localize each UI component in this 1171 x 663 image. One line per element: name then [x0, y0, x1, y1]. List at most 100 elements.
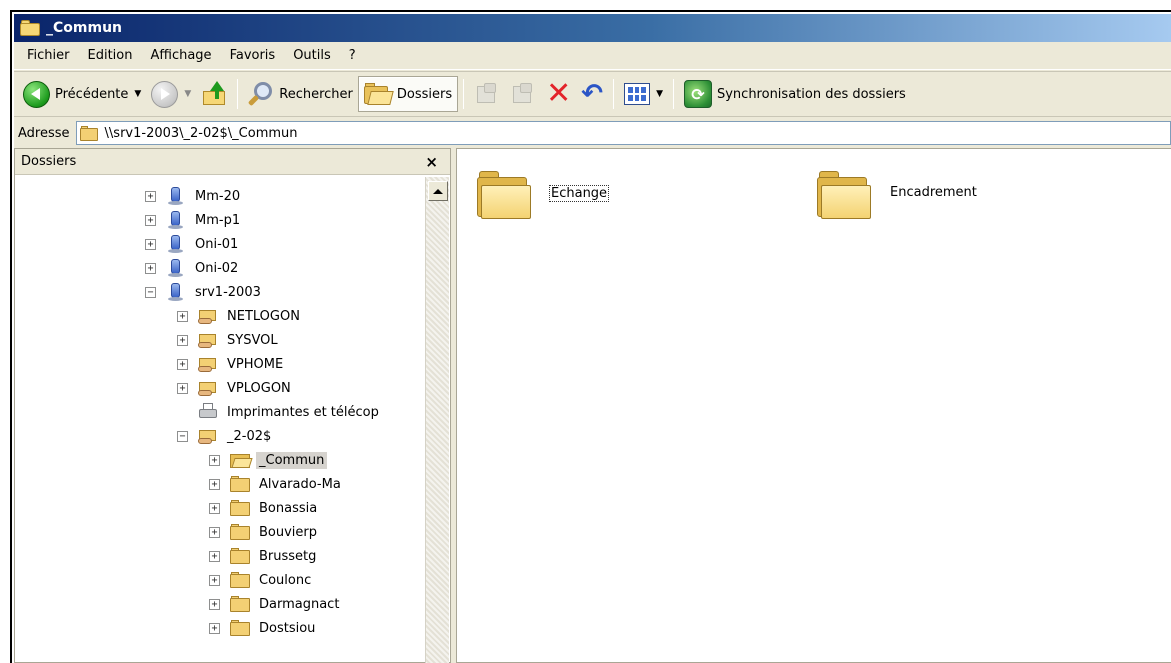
expand-icon[interactable]: + — [209, 550, 220, 562]
tree-item-commun[interactable]: + _Commun — [209, 448, 328, 472]
tree-item-label[interactable]: srv1-2003 — [192, 284, 264, 301]
tree-item-label[interactable]: Mm-p1 — [192, 212, 243, 229]
folder-item-label[interactable]: Encadrement — [889, 185, 978, 200]
tree-item-label[interactable]: Darmagnact — [256, 596, 342, 613]
shared-folder-icon — [198, 331, 218, 349]
tree-item-vplogon[interactable]: + VPLOGON — [177, 376, 294, 400]
tree-item-brussetg[interactable]: + Brussetg — [209, 544, 319, 568]
expand-icon[interactable]: + — [209, 598, 220, 610]
expand-icon[interactable]: + — [177, 382, 188, 394]
expand-icon[interactable]: + — [209, 502, 220, 514]
address-input[interactable]: \\srv1-2003\_2-02$\_Commun — [75, 121, 1171, 145]
tree-item-label[interactable]: Brussetg — [256, 548, 319, 565]
delete-button[interactable]: ✕ — [541, 76, 576, 112]
computer-icon — [166, 211, 186, 229]
expand-icon[interactable]: + — [177, 310, 188, 322]
tree-item-label[interactable]: Bonassia — [256, 500, 320, 517]
tree-item-dostsiou[interactable]: + Dostsiou — [209, 616, 318, 640]
tree-item-label[interactable]: Bouvierp — [256, 524, 320, 541]
tree-item-label[interactable]: SYSVOL — [224, 332, 281, 349]
folders-button[interactable]: Dossiers — [357, 76, 459, 112]
menu-outils[interactable]: Outils — [284, 45, 340, 66]
expand-icon[interactable]: + — [209, 454, 220, 466]
tree-item-darmagnact[interactable]: + Darmagnact — [209, 592, 342, 616]
expand-icon[interactable]: + — [177, 358, 188, 370]
expand-icon[interactable]: + — [209, 526, 220, 538]
chevron-down-icon[interactable]: ▼ — [656, 89, 663, 99]
tree-item-label[interactable]: Alvarado-Ma — [256, 476, 344, 493]
expand-icon[interactable]: + — [177, 334, 188, 346]
window-title: _Commun — [46, 20, 123, 36]
computer-icon — [166, 283, 186, 301]
tree-item-label[interactable]: VPHOME — [224, 356, 286, 373]
folder-item-encadrement[interactable]: Encadrement — [815, 171, 978, 219]
tree-item-label[interactable]: NETLOGON — [224, 308, 303, 325]
expand-icon[interactable]: + — [145, 214, 156, 226]
tree-item-label[interactable]: Oni-02 — [192, 260, 241, 277]
content-pane: Echange Encadrement — [456, 148, 1171, 663]
tree-item-mm-p1[interactable]: + Mm-p1 — [145, 208, 243, 232]
expand-icon[interactable]: + — [209, 622, 220, 634]
title-bar[interactable]: _Commun — [14, 14, 1171, 42]
tree-item-bonassia[interactable]: + Bonassia — [209, 496, 320, 520]
tree-item-label[interactable]: Mm-20 — [192, 188, 243, 205]
tree-item-printers[interactable]: Imprimantes et télécop — [198, 400, 382, 424]
tree-item-srv1-2003[interactable]: − srv1-2003 — [145, 280, 264, 304]
tree-item-label[interactable]: Coulonc — [256, 572, 314, 589]
tree-item-coulonc[interactable]: + Coulonc — [209, 568, 314, 592]
tree-item-2-02[interactable]: − _2-02$ — [177, 424, 274, 448]
folder-up-icon — [201, 81, 227, 107]
menu-fichier[interactable]: Fichier — [18, 45, 79, 66]
tree-item-bouvierp[interactable]: + Bouvierp — [209, 520, 320, 544]
forward-button[interactable]: ▼ — [146, 76, 196, 112]
tree-item-label[interactable]: Dostsiou — [256, 620, 318, 637]
tree-item-label[interactable]: Imprimantes et télécop — [224, 404, 382, 421]
computer-icon — [166, 187, 186, 205]
tree-item-netlogon[interactable]: + NETLOGON — [177, 304, 303, 328]
folder-item-echange[interactable]: Echange — [475, 171, 610, 219]
move-to-button[interactable] — [469, 76, 505, 112]
expand-icon[interactable]: + — [145, 262, 156, 274]
menu-affichage[interactable]: Affichage — [141, 45, 220, 66]
menu-help[interactable]: ? — [340, 45, 365, 66]
collapse-icon[interactable]: − — [145, 286, 156, 298]
expand-icon[interactable]: + — [145, 190, 156, 202]
copy-to-button[interactable] — [505, 76, 541, 112]
shared-folder-icon — [198, 307, 218, 325]
chevron-down-icon[interactable]: ▼ — [184, 89, 191, 99]
expand-icon[interactable]: + — [209, 574, 220, 586]
search-button[interactable]: Rechercher — [243, 76, 358, 112]
toolbar-separator — [463, 79, 465, 109]
sync-label: Synchronisation des dossiers — [716, 86, 906, 102]
shared-folder-icon — [198, 427, 218, 445]
collapse-icon[interactable]: − — [177, 430, 188, 442]
chevron-down-icon[interactable]: ▼ — [134, 89, 141, 99]
back-button[interactable]: Précédente ▼ — [18, 76, 146, 112]
close-icon[interactable]: × — [425, 153, 438, 171]
undo-button[interactable]: ↶ — [576, 76, 608, 112]
views-button[interactable]: ▼ — [619, 76, 668, 112]
tree-item-mm-20[interactable]: + Mm-20 — [145, 184, 243, 208]
printer-icon — [198, 403, 218, 421]
menu-favoris[interactable]: Favoris — [221, 45, 285, 66]
address-value[interactable]: \\srv1-2003\_2-02$\_Commun — [105, 126, 298, 141]
tree-item-vphome[interactable]: + VPHOME — [177, 352, 286, 376]
tree-item-alvarado-ma[interactable]: + Alvarado-Ma — [209, 472, 344, 496]
scroll-up-button[interactable] — [428, 181, 448, 201]
menu-edition[interactable]: Edition — [79, 45, 142, 66]
folder-item-label[interactable]: Echange — [549, 185, 610, 202]
tree-item-label[interactable]: Oni-01 — [192, 236, 241, 253]
tree-item-label[interactable]: _2-02$ — [224, 428, 274, 445]
tree-scrollbar[interactable] — [425, 177, 449, 663]
tree-item-label[interactable]: VPLOGON — [224, 380, 294, 397]
tree-item-oni-01[interactable]: + Oni-01 — [145, 232, 241, 256]
expand-icon[interactable]: + — [145, 238, 156, 250]
tree-item-label[interactable]: _Commun — [256, 451, 328, 469]
search-label: Rechercher — [279, 86, 353, 102]
up-folder-button[interactable] — [196, 76, 232, 112]
toolbar: Précédente ▼ ▼ Rechercher Dossiers ✕ ↶ ▼… — [14, 71, 1171, 117]
expand-icon[interactable]: + — [209, 478, 220, 490]
tree-item-oni-02[interactable]: + Oni-02 — [145, 256, 241, 280]
tree-item-sysvol[interactable]: + SYSVOL — [177, 328, 281, 352]
sync-folders-button[interactable]: ⟳ Synchronisation des dossiers — [679, 76, 911, 112]
